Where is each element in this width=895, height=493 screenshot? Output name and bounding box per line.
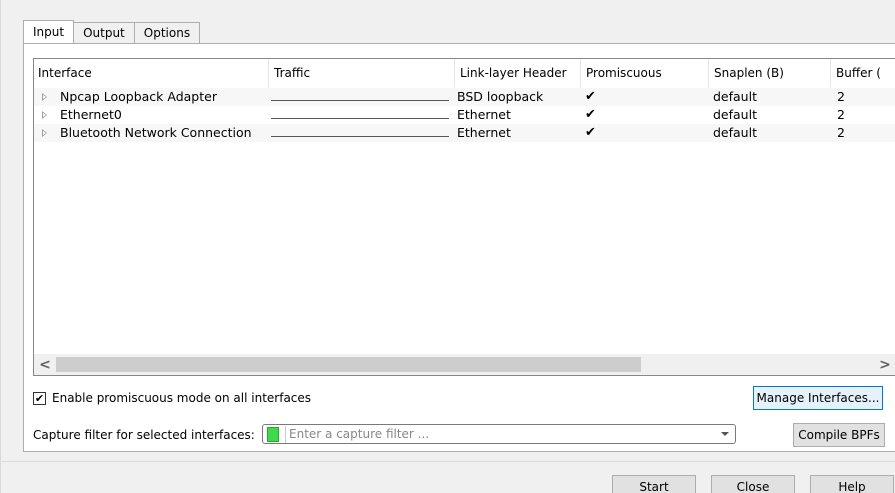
promiscuous-all-label: Enable promiscuous mode on all interface… [52,391,312,405]
link-layer-header[interactable]: BSD loopback [457,88,543,106]
promiscuous-check-icon[interactable]: ✔ [585,106,599,124]
column-header-buffer[interactable]: Buffer ( [832,59,881,87]
horizontal-scrollbar[interactable]: < > [34,354,895,375]
promiscuous-check-icon[interactable]: ✔ [585,88,599,106]
interface-row[interactable]: Ethernet0 Ethernet ✔ default 2 [34,106,895,124]
tab-input[interactable]: Input [23,20,75,43]
close-button[interactable]: Close [711,475,795,493]
column-header-interface[interactable]: Interface [34,59,92,87]
buffer-value[interactable]: 2 [837,106,845,124]
traffic-sparkline [271,118,449,119]
column-divider[interactable] [580,59,581,87]
column-header-traffic[interactable]: Traffic [270,59,310,87]
traffic-sparkline [271,136,449,137]
manage-interfaces-button[interactable]: Manage Interfaces... [753,386,883,410]
column-header-link-layer[interactable]: Link-layer Header [456,59,567,87]
interface-name: Ethernet0 [60,107,122,122]
interface-name: Npcap Loopback Adapter [60,89,217,104]
start-button[interactable]: Start [612,475,696,493]
snaplen-value[interactable]: default [713,106,757,124]
column-divider[interactable] [708,59,709,87]
tab-options[interactable]: Options [133,22,201,43]
link-layer-header[interactable]: Ethernet [457,124,511,142]
tab-output[interactable]: Output [73,22,135,43]
snaplen-value[interactable]: default [713,88,757,106]
filter-bookmark-icon[interactable] [267,427,279,442]
promiscuous-all-checkbox[interactable]: ✔ [33,392,46,405]
capture-filter-input[interactable]: Enter a capture filter ... [285,426,429,443]
column-divider[interactable] [454,59,455,87]
scroll-right-icon[interactable]: > [874,354,895,375]
scrollbar-thumb[interactable] [56,357,641,372]
interface-row[interactable]: Bluetooth Network Connection Ethernet ✔ … [34,124,895,142]
capture-filter-combobox[interactable]: Enter a capture filter ... [262,424,736,444]
column-divider[interactable] [830,59,831,87]
expand-arrow-icon[interactable] [42,129,47,137]
scroll-left-icon[interactable]: < [34,354,56,375]
traffic-sparkline [271,100,449,101]
expand-arrow-icon[interactable] [42,93,47,101]
promiscuous-check-icon[interactable]: ✔ [585,124,599,142]
buffer-value[interactable]: 2 [837,124,845,142]
interface-name: Bluetooth Network Connection [60,125,252,140]
interface-list[interactable]: Interface Traffic Link-layer Header Prom… [33,58,895,376]
help-button[interactable]: Help [810,475,894,493]
button-bar-divider [0,461,895,462]
interface-list-header: Interface Traffic Link-layer Header Prom… [34,59,895,87]
column-header-promiscuous[interactable]: Promiscuous [582,59,662,87]
expand-arrow-icon[interactable] [42,111,47,119]
column-divider[interactable] [268,59,269,87]
link-layer-header[interactable]: Ethernet [457,106,511,124]
buffer-value[interactable]: 2 [837,88,845,106]
snaplen-value[interactable]: default [713,124,757,142]
capture-filter-label: Capture filter for selected interfaces: [33,428,255,442]
column-header-snaplen[interactable]: Snaplen (B) [710,59,784,87]
compile-bpfs-button[interactable]: Compile BPFs [793,423,885,447]
interface-row[interactable]: Npcap Loopback Adapter BSD loopback ✔ de… [34,88,895,106]
dropdown-arrow-icon[interactable] [721,432,729,436]
tab-bar: Input Output Options [23,20,201,43]
